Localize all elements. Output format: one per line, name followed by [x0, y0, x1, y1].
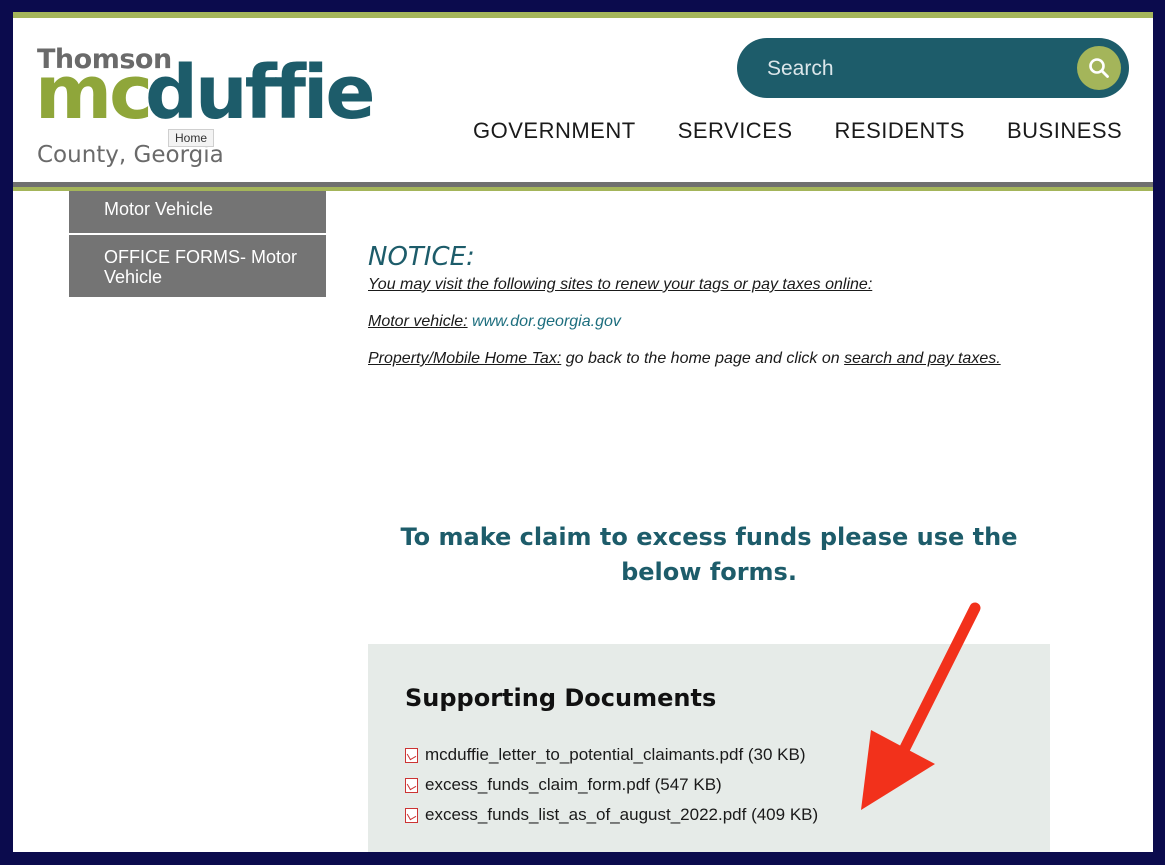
- nav-services[interactable]: SERVICES: [678, 118, 793, 144]
- site-logo[interactable]: Thomson mc duffie County, Georgia Home: [35, 40, 376, 170]
- document-name: excess_funds_claim_form.pdf (547 KB): [425, 775, 722, 794]
- nav-residents[interactable]: RESIDENTS: [835, 118, 965, 144]
- search-bar: [737, 38, 1129, 98]
- search-button[interactable]: [1077, 46, 1121, 90]
- notice-intro: You may visit the following sites to ren…: [368, 276, 873, 293]
- home-tooltip: Home: [168, 129, 215, 147]
- document-list: mcduffie_letter_to_potential_claimants.p…: [405, 740, 818, 830]
- property-tax-text: go back to the home page and click on: [561, 350, 845, 367]
- search-and-pay-link[interactable]: search and pay taxes.: [844, 350, 1001, 367]
- main-nav: GOVERNMENT SERVICES RESIDENTS BUSINESS: [473, 118, 1122, 144]
- document-name: mcduffie_letter_to_potential_claimants.p…: [425, 745, 806, 764]
- sidebar-item-office-forms[interactable]: OFFICE FORMS- Motor Vehicle: [69, 235, 326, 299]
- property-tax-label: Property/Mobile Home Tax:: [368, 350, 562, 367]
- document-link[interactable]: excess_funds_list_as_of_august_2022.pdf …: [405, 800, 818, 830]
- notice-motor-vehicle: Motor vehicle: www.dor.georgia.gov: [368, 311, 1050, 332]
- main-content: NOTICE: You may visit the following site…: [368, 232, 1050, 586]
- search-input[interactable]: [765, 52, 1059, 86]
- site-header: Thomson mc duffie County, Georgia Home G…: [13, 18, 1153, 182]
- document-link[interactable]: excess_funds_claim_form.pdf (547 KB): [405, 770, 818, 800]
- notice-property-tax: Property/Mobile Home Tax: go back to the…: [368, 348, 1050, 369]
- search-icon: [1089, 58, 1109, 78]
- pdf-file-icon: [405, 777, 418, 793]
- logo-mc-text: mc: [35, 50, 153, 136]
- browser-page: Thomson mc duffie County, Georgia Home G…: [13, 12, 1153, 852]
- document-link[interactable]: mcduffie_letter_to_potential_claimants.p…: [405, 740, 818, 770]
- dor-georgia-link[interactable]: www.dor.georgia.gov: [472, 313, 621, 330]
- logo-duffie-text: duffie: [145, 50, 376, 136]
- excess-funds-heading: To make claim to excess funds please use…: [400, 523, 1018, 586]
- pdf-file-icon: [405, 807, 418, 823]
- motor-vehicle-label: Motor vehicle:: [368, 313, 468, 330]
- pdf-file-icon: [405, 747, 418, 763]
- nav-government[interactable]: GOVERNMENT: [473, 118, 636, 144]
- red-arrow-annotation-icon: [861, 602, 981, 810]
- supporting-documents-title: Supporting Documents: [405, 684, 717, 712]
- notice-title: NOTICE:: [368, 242, 475, 272]
- sidebar-item-motor-vehicle[interactable]: Motor Vehicle: [69, 191, 326, 235]
- sidebar-nav: Motor Vehicle OFFICE FORMS- Motor Vehicl…: [69, 191, 326, 299]
- nav-business[interactable]: BUSINESS: [1007, 118, 1122, 144]
- document-name: excess_funds_list_as_of_august_2022.pdf …: [425, 805, 819, 824]
